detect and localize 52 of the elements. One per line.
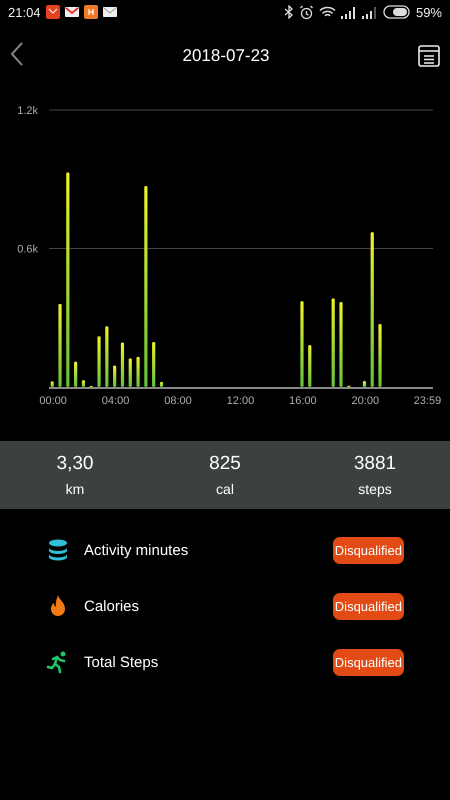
alarm-icon xyxy=(298,4,314,20)
wifi-icon xyxy=(318,6,336,18)
status-time: 21:04 xyxy=(8,4,41,20)
summary-value: 3881 xyxy=(354,453,396,475)
chart-bar xyxy=(308,345,312,387)
chart-bar xyxy=(90,386,93,388)
x-axis-label: 08:00 xyxy=(164,395,192,406)
chart-bar xyxy=(152,342,156,387)
status-badge: Disqualified xyxy=(332,648,404,676)
chart-bar xyxy=(97,336,101,387)
x-axis-label: 04:00 xyxy=(102,395,130,406)
summary-unit: cal xyxy=(216,481,234,497)
notification-icon xyxy=(46,5,60,19)
list-button[interactable] xyxy=(418,45,440,67)
x-axis-label: 16:00 xyxy=(289,395,317,406)
mail-icon xyxy=(102,5,117,19)
x-axis-label: 20:00 xyxy=(352,395,380,406)
notification-icon xyxy=(84,5,98,19)
chart-bar xyxy=(128,358,132,387)
y-axis-label: 0.6k xyxy=(17,244,38,256)
mail-icon xyxy=(64,5,79,19)
chart-bar xyxy=(74,362,78,387)
chart-bar xyxy=(82,380,86,387)
goal-label: Total Steps xyxy=(84,654,160,670)
bluetooth-icon xyxy=(284,5,294,19)
chart-bar xyxy=(120,342,124,387)
signal-icon xyxy=(362,6,378,18)
chart-bar xyxy=(378,324,382,387)
database-icon xyxy=(46,538,70,562)
battery-icon xyxy=(382,5,411,19)
date-title: 2018-07-23 xyxy=(182,46,270,66)
chart-bar xyxy=(136,356,140,387)
x-axis-label: 23:59 xyxy=(414,395,442,406)
goal-label: Activity minutes xyxy=(84,542,190,558)
chart-bar xyxy=(50,381,54,387)
y-axis-label: 1.2k xyxy=(17,105,38,117)
status-badge: Disqualified xyxy=(332,592,404,620)
signal-icon xyxy=(340,6,357,18)
summary-value: 3,30 xyxy=(56,453,94,475)
summary-unit: steps xyxy=(358,481,392,497)
goal-label: Calories xyxy=(84,598,140,614)
chart-bar xyxy=(105,326,108,387)
summary-unit: km xyxy=(66,481,84,497)
chart-bar xyxy=(362,381,366,387)
chart-bar xyxy=(113,366,116,387)
x-axis-label: 12:00 xyxy=(226,395,254,406)
chart-bar xyxy=(347,386,350,388)
battery-percentage: 59% xyxy=(416,4,442,20)
chart-bar xyxy=(160,382,164,387)
status-badge: Disqualified xyxy=(332,536,404,564)
summary-value: 825 xyxy=(209,453,241,475)
x-axis-label: 00:00 xyxy=(39,395,67,406)
